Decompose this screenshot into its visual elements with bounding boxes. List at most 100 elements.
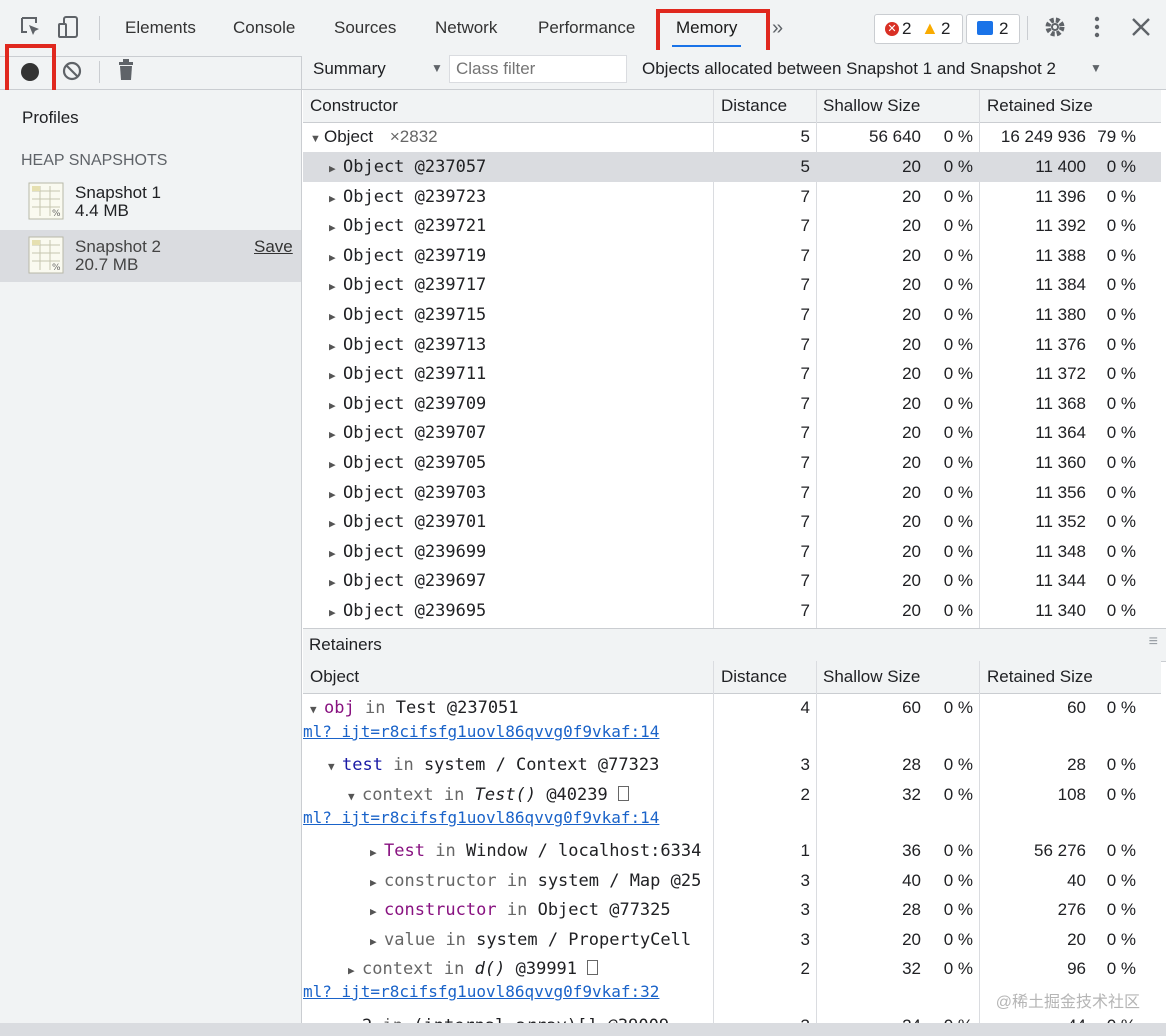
retainer-row[interactable]: ▼ test in system / Context @77323 3 28 0 % 28… xyxy=(303,750,1161,780)
column-object[interactable]: Object xyxy=(310,667,359,687)
source-link[interactable]: ml? ijt=r8cifsfg1uovl86qvvg0f9vkaf:14 xyxy=(303,722,659,741)
inspect-element-icon[interactable] xyxy=(18,14,44,40)
column-distance[interactable]: Distance xyxy=(721,667,787,687)
column-shallow-size[interactable]: Shallow Size xyxy=(823,96,920,116)
retained-percent-cell: 0 % xyxy=(1106,482,1136,502)
table-row[interactable]: ▶ Object @239699 7 20 0 % 11 348 0 % xyxy=(303,537,1161,567)
collapsed-triangle-icon[interactable]: ▶ xyxy=(329,192,343,205)
table-row[interactable]: ▶ Object @239707 7 20 0 % 11 364 0 % xyxy=(303,418,1161,448)
retainer-type: d() xyxy=(474,959,506,979)
collapsed-triangle-icon[interactable]: ▶ xyxy=(370,846,384,859)
retainer-row[interactable]: ▶ context in d() @39991 2 32 0 % 96 0 % xyxy=(303,954,1161,984)
table-row[interactable]: ▶ Object @239705 7 20 0 % 11 360 0 % xyxy=(303,448,1161,478)
collapsed-triangle-icon[interactable]: ▶ xyxy=(329,369,343,382)
distance-cell: 7 xyxy=(800,601,810,620)
collapsed-triangle-icon[interactable]: ▶ xyxy=(370,876,384,889)
reveal-box-icon[interactable] xyxy=(587,960,599,975)
table-row[interactable]: ▶ Object @239719 7 20 0 % 11 388 0 % xyxy=(303,241,1161,271)
tab-elements[interactable]: Elements xyxy=(125,0,196,56)
expanded-triangle-icon[interactable]: ▼ xyxy=(310,133,324,145)
tab-sources[interactable]: Sources xyxy=(334,0,396,56)
snapshot-item[interactable]: % Snapshot 1 4.4 MB xyxy=(0,176,301,228)
retainer-row[interactable]: ▶ constructor in Object @77325 3 28 0 % 276 0 … xyxy=(303,895,1161,925)
table-row[interactable]: ▶ Object @239701 7 20 0 % 11 352 0 % xyxy=(303,507,1161,537)
expanded-triangle-icon[interactable]: ▼ xyxy=(348,790,362,803)
collapsed-triangle-icon[interactable]: ▶ xyxy=(329,340,343,353)
table-row[interactable]: ▶ Object @239697 7 20 0 % 11 344 0 % xyxy=(303,566,1161,596)
retained-percent-cell: 0 % xyxy=(1106,305,1136,324)
retainer-row[interactable]: ▼ context in Test() @40239 2 32 0 % 108 0 % xyxy=(303,780,1161,810)
table-row[interactable]: ▶ Object @239695 7 20 0 % 11 340 0 % xyxy=(303,596,1161,626)
more-options-icon[interactable] xyxy=(1084,14,1110,40)
collapsed-triangle-icon[interactable]: ▶ xyxy=(329,428,343,441)
distance-cell: 5 xyxy=(800,127,810,146)
table-row[interactable]: ▶ Object @239703 7 20 0 % 11 356 0 % xyxy=(303,478,1161,508)
more-tabs-button[interactable]: » xyxy=(772,0,783,56)
table-row[interactable]: ▶ Object @239717 7 20 0 % 11 384 0 % xyxy=(303,270,1161,300)
device-toolbar-icon[interactable] xyxy=(56,14,82,40)
retained-percent-cell: 0 % xyxy=(1106,453,1136,472)
collapsed-triangle-icon[interactable]: ▶ xyxy=(329,606,343,619)
tab-network[interactable]: Network xyxy=(435,0,497,56)
table-row[interactable]: ▶ Object @239713 7 20 0 % 11 376 0 % xyxy=(303,330,1161,360)
table-row[interactable]: ▶ Object @239709 7 20 0 % 11 368 0 % xyxy=(303,389,1161,419)
table-row[interactable]: ▶ Object @239721 7 20 0 % 11 392 0 % xyxy=(303,211,1161,241)
column-retained-size[interactable]: Retained Size xyxy=(987,667,1093,687)
column-distance[interactable]: Distance xyxy=(721,96,787,116)
column-constructor[interactable]: Constructor xyxy=(310,96,398,116)
save-snapshot-link[interactable]: Save xyxy=(254,237,293,257)
constructor-cell: ▶ Object @239705 xyxy=(329,453,486,473)
messages-badge[interactable]: 2 xyxy=(966,14,1020,44)
collapsed-triangle-icon[interactable]: ▶ xyxy=(329,221,343,234)
column-retained-size[interactable]: Retained Size xyxy=(987,96,1093,116)
collapsed-triangle-icon[interactable]: ▶ xyxy=(329,162,343,175)
retained-percent-cell: 0 % xyxy=(1106,755,1136,774)
class-filter-input[interactable] xyxy=(449,55,627,83)
collapsed-triangle-icon[interactable]: ▶ xyxy=(329,517,343,530)
retainer-row[interactable]: ▶ value in system / PropertyCell 3 20 0 % 20 0… xyxy=(303,925,1161,955)
collapsed-triangle-icon[interactable]: ▶ xyxy=(329,576,343,589)
table-row[interactable]: ▶ Object @239715 7 20 0 % 11 380 0 % xyxy=(303,300,1161,330)
snapshot-item[interactable]: % Snapshot 2 20.7 MB Save xyxy=(0,230,301,282)
source-link[interactable]: ml? ijt=r8cifsfg1uovl86qvvg0f9vkaf:14 xyxy=(303,808,659,827)
clear-all-icon[interactable] xyxy=(61,60,83,82)
table-row[interactable]: ▶ Object @237057 5 20 0 % 11 400 0 % xyxy=(303,152,1161,182)
collapsed-triangle-icon[interactable]: ▶ xyxy=(329,488,343,501)
close-icon[interactable] xyxy=(1128,14,1154,40)
view-select[interactable]: Summary ▼ xyxy=(313,59,443,81)
distance-cell: 7 xyxy=(800,305,810,324)
collapsed-triangle-icon[interactable]: ▶ xyxy=(329,399,343,412)
bottom-scrollbar[interactable] xyxy=(0,1023,1166,1036)
distance-cell: 7 xyxy=(800,245,810,265)
settings-gear-icon[interactable] xyxy=(1042,14,1068,40)
trash-icon[interactable] xyxy=(116,58,136,82)
collapsed-triangle-icon[interactable]: ▶ xyxy=(329,251,343,264)
retainer-row[interactable]: ▶ Test in Window / localhost:6334 1 36 0 % 56… xyxy=(303,836,1161,866)
source-link[interactable]: ml? ijt=r8cifsfg1uovl86qvvg0f9vkaf:32 xyxy=(303,982,659,1001)
retainer-row[interactable]: ▶ constructor in system / Map @25 3 40 0 % 40… xyxy=(303,866,1161,896)
collapsed-triangle-icon[interactable]: ▶ xyxy=(329,310,343,323)
collapsed-triangle-icon[interactable]: ▶ xyxy=(329,547,343,560)
collapsed-triangle-icon[interactable]: ▶ xyxy=(370,935,384,948)
collapsed-triangle-icon[interactable]: ▶ xyxy=(329,280,343,293)
collapsed-triangle-icon[interactable]: ▶ xyxy=(370,905,384,918)
expanded-triangle-icon[interactable]: ▼ xyxy=(328,760,342,773)
collapsed-triangle-icon[interactable]: ▶ xyxy=(348,964,362,977)
retainer-row[interactable]: ▶2 in (internal array)[] @390093240 %440… xyxy=(303,1011,1161,1023)
tab-performance[interactable]: Performance xyxy=(538,0,635,56)
retainer-type: system / Context @77323 xyxy=(423,755,660,775)
table-row[interactable]: ▶ Object @239711 7 20 0 % 11 372 0 % xyxy=(303,359,1161,389)
group-row-object[interactable]: ▼ Object ×2832 5 56 640 0 % 16 249 936 79… xyxy=(303,122,1161,152)
snapshot-range-select[interactable]: Objects allocated between Snapshot 1 and… xyxy=(642,59,1162,81)
collapsed-triangle-icon[interactable]: ▶ xyxy=(329,458,343,471)
drag-handle-icon[interactable]: ≡ xyxy=(1149,633,1158,651)
tab-console[interactable]: Console xyxy=(233,0,295,56)
reveal-box-icon[interactable] xyxy=(617,786,629,801)
distance-cell: 7 xyxy=(800,393,810,413)
column-shallow-size[interactable]: Shallow Size xyxy=(823,667,920,687)
table-row[interactable]: ▶ Object @239723 7 20 0 % 11 396 0 % xyxy=(303,182,1161,212)
shallow-size-cell: 20 xyxy=(902,571,921,591)
issues-badge[interactable]: ✕ 2 ▲ 2 xyxy=(874,14,963,44)
retainer-row[interactable]: ▼ obj in Test @237051 4 60 0 % 60 0 % xyxy=(303,693,1161,723)
expanded-triangle-icon[interactable]: ▼ xyxy=(310,703,324,716)
